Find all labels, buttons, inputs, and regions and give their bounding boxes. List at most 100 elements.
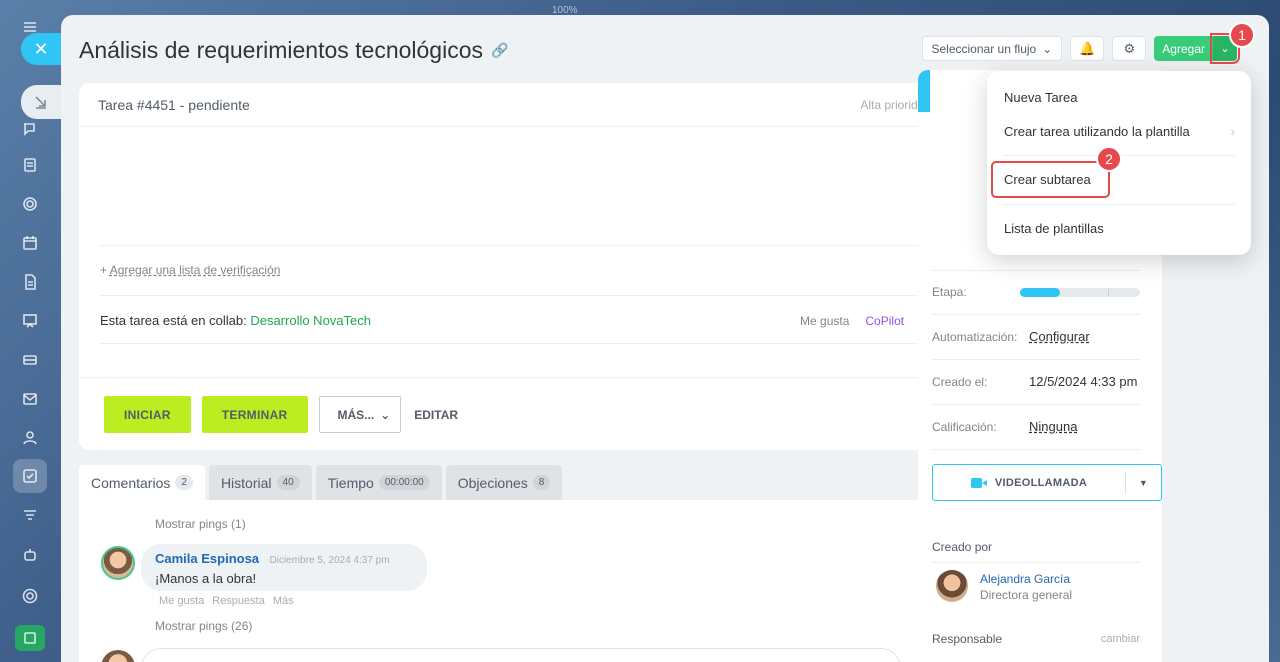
tab-count: 8 [532,475,551,490]
drive-icon[interactable] [17,347,43,373]
comment-bubble: Camila Espinosa Diciembre 5, 2024 4:37 p… [141,544,427,591]
tab-history[interactable]: Historial 40 [208,465,312,500]
filter-icon[interactable] [17,503,43,529]
comment-more-button[interactable]: Más [273,595,294,607]
tab-objections[interactable]: Objeciones 8 [445,465,563,500]
tab-comments[interactable]: Comentarios 2 [79,465,205,500]
page-title: Análisis de requerimientos tecnológicos … [79,37,508,64]
comment-input[interactable] [141,648,901,662]
video-call-dropdown[interactable]: ▼ [1125,471,1161,494]
notifications-button[interactable]: 🔔 [1070,36,1105,61]
add-button[interactable]: Agregar [1154,36,1213,61]
created-by-title: Creado por [932,540,993,554]
rating-label: Calificación: [932,419,997,434]
video-call-main[interactable]: VIDEOLLAMADA [933,477,1125,489]
stage-progress-fill [1020,287,1060,297]
plus-icon: + [100,263,108,277]
edit-button[interactable]: EDITAR [412,408,458,422]
chevron-down-icon: ⌄ [1042,41,1053,56]
task-title: Análisis de requerimientos tecnológicos [79,37,483,63]
copilot-icon[interactable] [17,191,43,217]
finish-button[interactable]: TERMINAR [201,396,308,433]
minimize-icon [35,96,46,109]
close-icon: ✕ [33,38,49,59]
stage-progress[interactable] [1020,287,1140,297]
contacts-icon[interactable] [17,425,43,451]
divider [1003,204,1235,205]
comment-like-button[interactable]: Me gusta [159,595,204,607]
collab-prefix: Esta tarea está en collab: [100,313,247,328]
created-value: 12/5/2024 4:33 pm [1029,374,1138,389]
like-button[interactable]: Me gusta [800,314,849,328]
comment-reply-button[interactable]: Respuesta [212,595,265,607]
flow-select[interactable]: Seleccionar un flujo ⌄ [921,36,1063,61]
stage-row: Etapa: [932,285,1140,299]
menu-item-label: Crear tarea utilizando la plantilla [1004,123,1190,139]
divider [932,270,1140,271]
close-slider-button[interactable]: ✕ [21,33,61,65]
step-badge-1: 1 [1229,22,1255,48]
tab-time[interactable]: Tiempo 00:00:00 [315,465,442,500]
header-toolbar: Seleccionar un flujo ⌄ 🔔 ⚙ Agregar ⌄ [921,33,1240,64]
created-row: Creado el: 12/5/2024 4:33 pm [932,374,1140,389]
rating-value[interactable]: Ninguna [1029,419,1077,434]
created-label: Creado el: [932,374,988,389]
settings-icon[interactable] [17,583,43,609]
stage-tick [1108,288,1110,296]
divider [932,449,1140,450]
divider [932,359,1140,360]
change-responsible-link[interactable]: cambiar [1101,633,1140,645]
gear-icon: ⚙ [1123,40,1136,56]
board-icon[interactable] [17,308,43,334]
avatar [101,650,135,662]
tab-count: 00:00:00 [378,475,430,490]
tab-count: 40 [276,475,300,490]
start-button[interactable]: INICIAR [104,396,191,433]
divider [79,377,963,378]
menu-item-template-list[interactable]: Lista de plantillas [1004,221,1235,236]
video-call-button[interactable]: VIDEOLLAMADA ▼ [932,464,1162,501]
collab-row: Esta tarea está en collab: Desarrollo No… [100,313,942,328]
link-icon[interactable]: 🔗 [491,42,508,59]
add-checklist-link[interactable]: Agregar una lista de verificación [110,263,281,277]
subtask-highlight [991,161,1110,198]
task-actions: INICIAR TERMINAR MÁS... ⌄ EDITAR [104,396,458,433]
creator-name[interactable]: Alejandra García [980,572,1070,586]
more-label: MÁS... [337,407,375,422]
divider [932,404,1140,405]
chevron-right-icon: › [1230,123,1235,139]
menu-item-create-from-template[interactable]: Crear tarea utilizando la plantilla › [1004,123,1235,139]
chevron-down-icon: ⌄ [1220,43,1230,55]
calendar-icon[interactable] [17,230,43,256]
tab-label: Comentarios [91,474,171,491]
flow-select-label: Seleccionar un flujo [931,41,1037,56]
avatar[interactable] [101,546,135,580]
robot-icon[interactable] [17,542,43,568]
camera-icon [970,477,987,488]
tabs: Comentarios 2 Historial 40 Tiempo 00:00:… [79,465,563,500]
avatar[interactable] [936,570,968,602]
show-pings-link[interactable]: Mostrar pings (26) [155,619,252,633]
collab-link[interactable]: Desarrollo NovaTech [250,313,371,328]
menu-item-label: Nueva Tarea [1004,90,1078,105]
task-header: Tarea #4451 - pendiente Alta prioridad 🔥 [79,83,963,127]
market-icon[interactable] [15,625,45,651]
show-pings-link[interactable]: Mostrar pings (1) [155,517,246,531]
responsible-title: Responsable [932,632,1003,646]
minimize-slider-button[interactable] [21,85,61,119]
automation-configure-link[interactable]: Configurar [1029,329,1090,344]
add-checklist[interactable]: + Agregar una lista de verificación [100,263,280,277]
comment-author[interactable]: Camila Espinosa [155,551,259,566]
comments-panel: Mostrar pings (1) Camila Espinosa Diciem… [79,500,963,662]
menu-item-new-task[interactable]: Nueva Tarea [1004,90,1235,105]
chat-icon[interactable] [17,116,43,142]
task-card: Tarea #4451 - pendiente Alta prioridad 🔥… [79,83,963,450]
copilot-button[interactable]: CoPilot [865,314,904,328]
tasks-icon[interactable] [13,459,47,493]
mail-icon[interactable] [17,386,43,412]
feed-icon[interactable] [17,152,43,178]
settings-button[interactable]: ⚙ [1112,36,1147,61]
document-icon[interactable] [17,269,43,295]
rating-row: Calificación: Ninguna [932,419,1140,434]
more-button[interactable]: MÁS... ⌄ [318,396,402,433]
